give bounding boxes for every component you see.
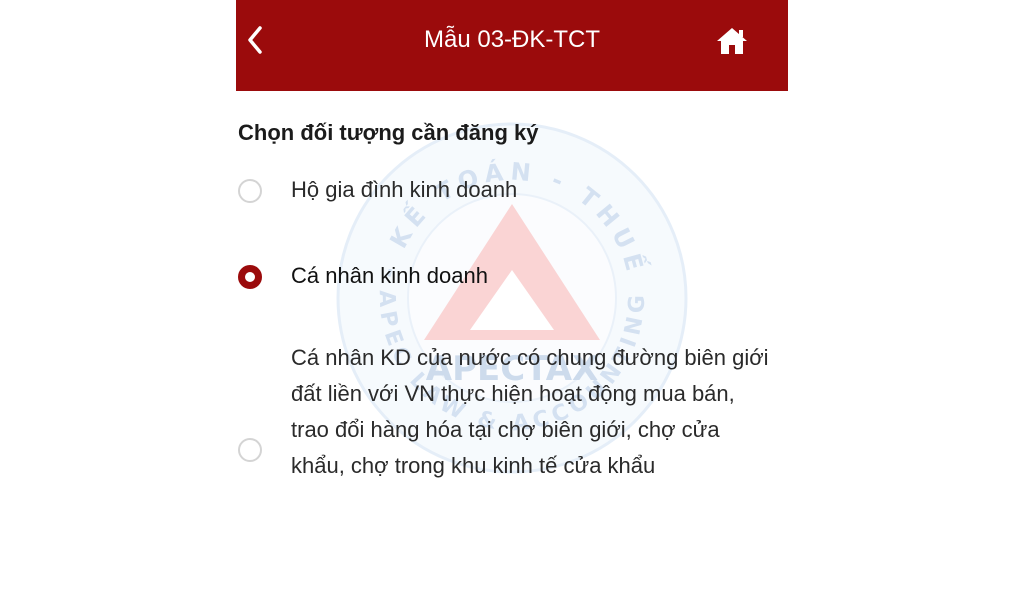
page-title: Mẫu 03-ĐK-TCT [423,26,601,53]
home-icon [717,28,747,54]
app-screen: Mẫu 03-ĐK-TCT LUẬT - KẾ TOÁN - THUẾ APEC… [236,0,788,597]
radio-checked-icon[interactable] [238,265,262,289]
radio-unchecked-icon[interactable] [238,438,262,462]
option-ca-nhan-kd-bien-gioi[interactable]: Cá nhân KD của nước có chung đường biên … [236,340,788,522]
app-header: Mẫu 03-ĐK-TCT [236,0,788,91]
home-button[interactable] [712,23,752,59]
option-label: Hộ gia đình kinh doanh [291,177,518,202]
option-label: Cá nhân KD của nước có chung đường biên … [291,345,769,478]
radio-unchecked-icon[interactable] [238,179,262,203]
option-label: Cá nhân kinh doanh [291,263,488,288]
option-ho-gia-dinh-kinh-doanh[interactable]: Hộ gia đình kinh doanh [236,170,788,210]
section-title: Chọn đối tượng cần đăng ký [238,120,539,145]
option-ca-nhan-kinh-doanh[interactable]: Cá nhân kinh doanh [236,256,788,298]
